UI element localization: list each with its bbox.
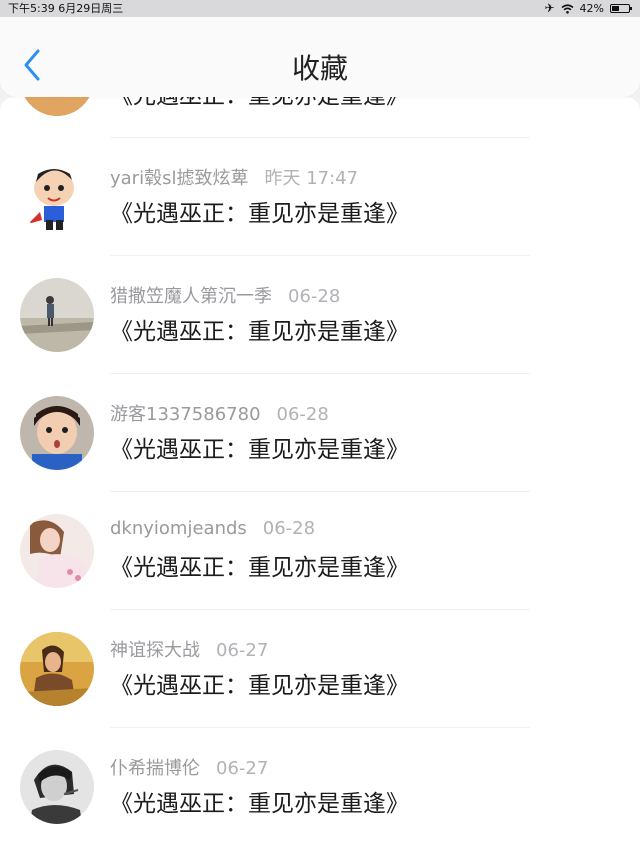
date: 06-27 — [216, 758, 269, 779]
username[interactable]: 神谊探大战 — [110, 640, 200, 661]
username[interactable]: 游客1337586780 — [110, 404, 261, 425]
date: 06-27 — [216, 640, 269, 661]
date: 06-28 — [276, 404, 329, 425]
battery-percent: 42% — [579, 2, 604, 15]
item-meta: 游客1337586780 06-28 — [110, 400, 329, 426]
username[interactable]: 仆希揣博伦 — [110, 758, 200, 779]
list-item[interactable]: 《光遇巫正：重见亦是重逢》 — [0, 97, 640, 138]
status-bar: 下午5:39 6月29日周三 ✈ 42% — [0, 0, 640, 17]
list-item[interactable]: 猎撒笠魔人第沉一季 06-28 《光遇巫正：重见亦是重逢》 — [0, 256, 640, 374]
avatar — [20, 396, 94, 470]
username[interactable]: yari毂sl摅致炫萆 — [110, 168, 248, 189]
list-item[interactable]: 神谊探大战 06-27 《光遇巫正：重见亦是重逢》 — [0, 610, 640, 728]
airplane-icon: ✈ — [544, 1, 555, 15]
date: 昨天 17:47 — [264, 168, 359, 189]
wifi-icon — [561, 3, 574, 14]
favorite-title: 《光遇巫正：重见亦是重逢》 — [110, 319, 409, 345]
date: 06-28 — [288, 286, 341, 307]
page-title: 收藏 — [291, 52, 348, 85]
item-meta: 猎撒笠魔人第沉一季 06-28 — [110, 282, 340, 308]
date: 06-28 — [262, 518, 316, 539]
avatar — [20, 632, 94, 706]
username[interactable]: 猎撒笠魔人第沉一季 — [110, 286, 272, 307]
avatar — [20, 160, 94, 234]
item-meta: yari毂sl摅致炫萆 昨天 17:47 — [110, 164, 358, 190]
favorites-list: 《光遇巫正：重见亦是重逢》 yari毂sl摅致炫萆昨天 17:47 《光遇巫正：… — [0, 97, 640, 853]
list-item[interactable]: dknyiomjeands 06-28 《光遇巫正：重见亦是重逢》 — [0, 492, 640, 610]
battery-icon — [610, 4, 632, 13]
avatar — [20, 750, 94, 824]
favorite-title: 《光遇巫正：重见亦是重逢》 — [110, 673, 409, 699]
favorite-title: 《光遇巫正：重见亦是重逢》 — [110, 555, 409, 581]
status-time-date: 下午5:39 6月29日周三 — [8, 2, 124, 15]
favorite-title: 《光遇巫正：重见亦是重逢》 — [110, 791, 409, 817]
username[interactable]: dknyiomjeands — [110, 518, 247, 539]
item-meta: 仆希揣博伦 06-27 — [110, 754, 268, 780]
favorite-title: 《光遇巫正：重见亦是重逢》 — [110, 437, 409, 463]
avatar — [20, 97, 94, 116]
list-item[interactable]: yari毂sl摅致炫萆 昨天 17:47 《光遇巫正：重见亦是重逢》 — [0, 138, 640, 256]
favorite-title: 《光遇巫正：重见亦是重逢》 — [110, 97, 409, 110]
item-meta: 神谊探大战 06-27 — [110, 636, 268, 662]
item-meta: dknyiomjeands 06-28 — [110, 518, 315, 539]
avatar — [20, 514, 94, 588]
nav-header: 收藏 — [0, 17, 640, 97]
status-right: ✈ 42% — [544, 0, 632, 17]
favorite-title: 《光遇巫正：重见亦是重逢》 — [110, 201, 409, 227]
list-item[interactable]: 仆希揣博伦 06-27 《光遇巫正：重见亦是重逢》 — [0, 728, 640, 846]
avatar — [20, 278, 94, 352]
list-item[interactable]: 游客1337586780 06-28 《光遇巫正：重见亦是重逢》 — [0, 374, 640, 492]
